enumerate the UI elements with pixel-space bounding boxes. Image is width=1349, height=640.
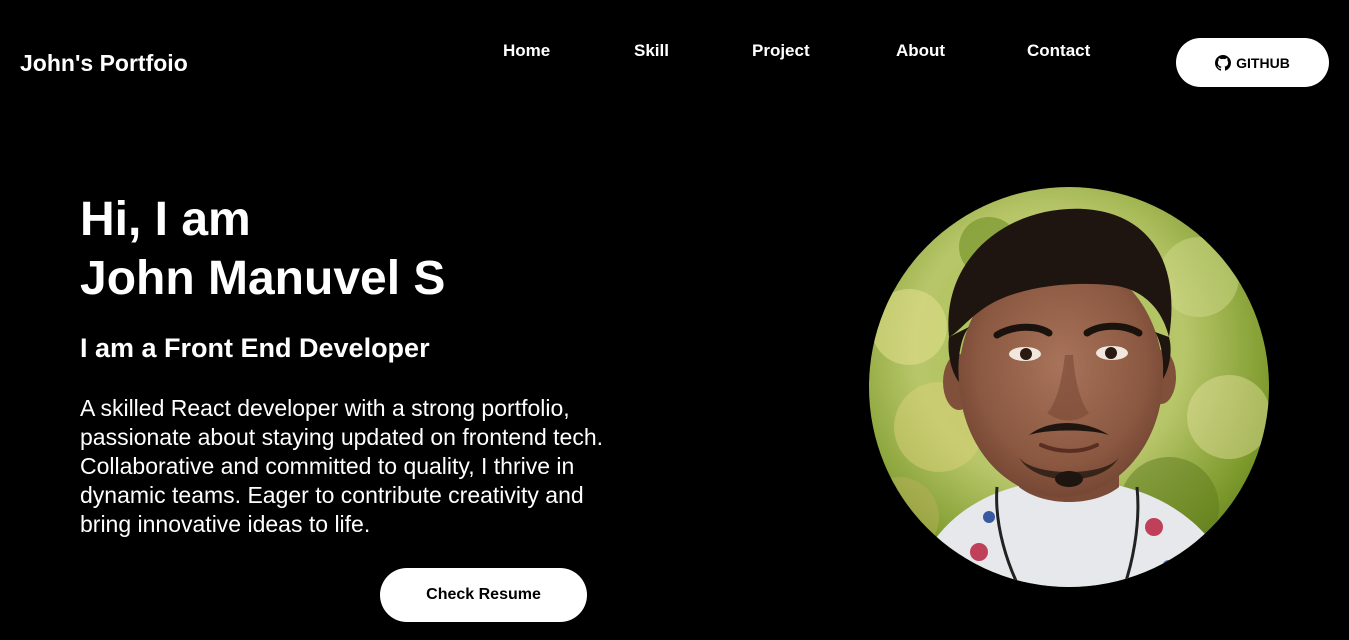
- profile-photo: [869, 187, 1269, 587]
- bio-line: dynamic teams. Eager to contribute creat…: [80, 482, 584, 508]
- nav-link-skill[interactable]: Skill: [634, 41, 669, 61]
- bio-line: Collaborative and committed to quality, …: [80, 453, 575, 479]
- role-title: I am a Front End Developer: [80, 333, 430, 363]
- nav-link-home[interactable]: Home: [503, 41, 550, 61]
- bio-line: bring innovative ideas to life.: [80, 511, 371, 537]
- github-label: GITHUB: [1236, 54, 1290, 71]
- portfolio-page: John's Portfoio Home Skill Project About…: [0, 0, 1349, 640]
- github-button[interactable]: GITHUB: [1176, 38, 1329, 87]
- greeting-line: Hi, I am: [80, 193, 251, 246]
- check-resume-button[interactable]: Check Resume: [380, 568, 587, 622]
- bio-line: passionate about staying updated on fron…: [80, 424, 604, 450]
- bio-text: A skilled React developer with a strong …: [80, 394, 680, 539]
- nav-link-about[interactable]: About: [896, 41, 945, 61]
- nav-link-contact[interactable]: Contact: [1027, 41, 1090, 61]
- developer-name: John Manuvel S: [80, 252, 446, 305]
- brand-title[interactable]: John's Portfoio: [20, 49, 188, 77]
- bio-line: A skilled React developer with a strong …: [80, 395, 570, 421]
- nav-link-project[interactable]: Project: [752, 41, 810, 61]
- github-icon: [1215, 54, 1232, 71]
- hero-heading: Hi, I am John Manuvel S: [80, 190, 445, 308]
